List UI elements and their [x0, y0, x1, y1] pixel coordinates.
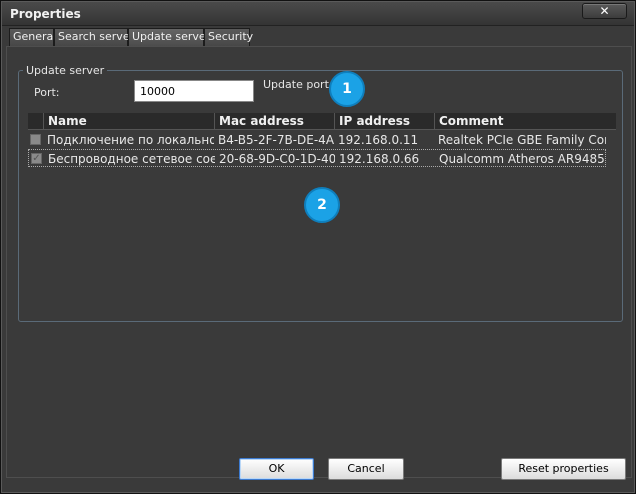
title-bar[interactable]: Properties ✕: [2, 2, 634, 26]
cell-ip: 192.168.0.11: [338, 133, 419, 147]
port-label: Port:: [34, 86, 60, 99]
close-button[interactable]: ✕: [582, 3, 627, 19]
cell-comment: Realtek PCIe GBE Family Contr: [438, 133, 606, 147]
cell-mac: B4-B5-2F-7B-DE-4A: [218, 133, 334, 147]
cell-name: Подключение по локальной: [47, 133, 214, 147]
cell-mac: 20-68-9D-C0-1D-40: [219, 152, 335, 166]
cell-name: Беспроводное сетевое соеді: [48, 152, 215, 166]
tab-security[interactable]: Security: [204, 28, 253, 46]
column-header-ip[interactable]: IP address: [334, 113, 434, 130]
update-port-label: Update port: [263, 78, 329, 91]
properties-window: Properties ✕ General Search server Updat…: [0, 0, 636, 494]
cell-ip: 192.168.0.66: [339, 152, 420, 166]
window-title: Properties: [10, 7, 81, 21]
table-header: Name Mac address IP address Comment: [28, 113, 616, 130]
column-header-comment[interactable]: Comment: [434, 113, 606, 130]
column-header-mac[interactable]: Mac address: [214, 113, 334, 130]
column-header-name[interactable]: Name: [43, 113, 214, 130]
tab-update-server[interactable]: Update server: [128, 28, 210, 46]
row-checkbox[interactable]: [30, 134, 41, 145]
cell-comment: Qualcomm Atheros AR9485 80: [439, 152, 607, 166]
tab-general[interactable]: General: [9, 28, 56, 46]
group-title: Update server: [23, 64, 108, 77]
callout-badge-1: 1: [329, 71, 365, 107]
ok-button[interactable]: OK: [239, 458, 314, 480]
row-checkbox[interactable]: ✓: [31, 153, 42, 164]
tab-search-server[interactable]: Search server: [54, 28, 134, 46]
table-row[interactable]: ✓ Беспроводное сетевое соеді 20-68-9D-C0…: [28, 149, 607, 167]
cancel-button[interactable]: Cancel: [328, 458, 404, 480]
reset-properties-button[interactable]: Reset properties: [501, 458, 626, 480]
table-row[interactable]: Подключение по локальной B4-B5-2F-7B-DE-…: [28, 131, 606, 149]
port-input[interactable]: [134, 80, 254, 102]
close-icon: ✕: [599, 4, 610, 18]
callout-badge-2: 2: [304, 187, 340, 223]
